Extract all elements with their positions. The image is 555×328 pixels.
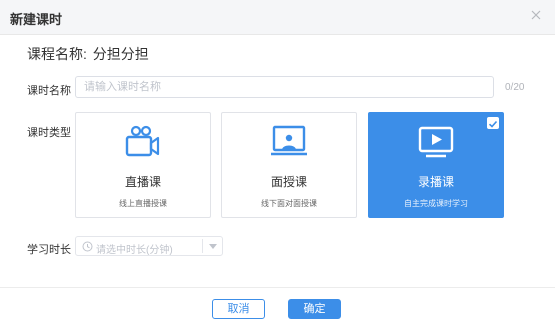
lesson-type-card-live[interactable]: 直播课 线上直播授课 — [75, 112, 211, 218]
check-icon — [487, 117, 499, 129]
chevron-down-icon[interactable] — [209, 244, 217, 249]
lesson-type-desc: 自主完成课时学习 — [404, 199, 468, 208]
confirm-button[interactable]: 确定 — [288, 299, 341, 319]
lesson-name-label: 课时名称 — [27, 85, 71, 97]
close-icon[interactable] — [529, 8, 543, 22]
lesson-type-label: 课时类型 — [27, 127, 71, 139]
course-name-label: 课程名称: — [27, 46, 87, 62]
course-name-row: 课程名称: 分担分担 — [27, 44, 149, 64]
footer-divider — [0, 287, 555, 288]
dialog-header: 新建课时 — [0, 0, 555, 35]
lesson-type-card-face[interactable]: 面授课 线下面对面授课 — [221, 112, 357, 218]
lesson-type-name: 直播课 — [124, 175, 161, 189]
course-name-value: 分担分担 — [92, 46, 149, 62]
lesson-name-input[interactable] — [75, 76, 494, 98]
lesson-type-desc: 线上直播授课 — [119, 199, 167, 208]
camera-icon — [125, 125, 160, 157]
duration-placeholder: 请选中时长(分钟) — [96, 245, 173, 256]
lesson-type-desc: 线下面对面授课 — [261, 199, 317, 208]
dialog-title: 新建课时 — [10, 12, 63, 27]
clock-icon — [82, 241, 93, 252]
lecture-screen-icon — [271, 125, 307, 156]
duration-label: 学习时长 — [27, 244, 71, 256]
lesson-type-name: 面授课 — [270, 175, 307, 189]
lesson-name-counter: 0/20 — [505, 82, 525, 93]
lesson-type-name: 录播课 — [417, 175, 454, 189]
cancel-button[interactable]: 取消 — [212, 299, 265, 319]
video-player-icon — [418, 126, 454, 158]
duration-select[interactable]: 请选中时长(分钟) — [75, 236, 223, 256]
lesson-type-card-recorded[interactable]: 录播课 自主完成课时学习 — [368, 112, 504, 218]
